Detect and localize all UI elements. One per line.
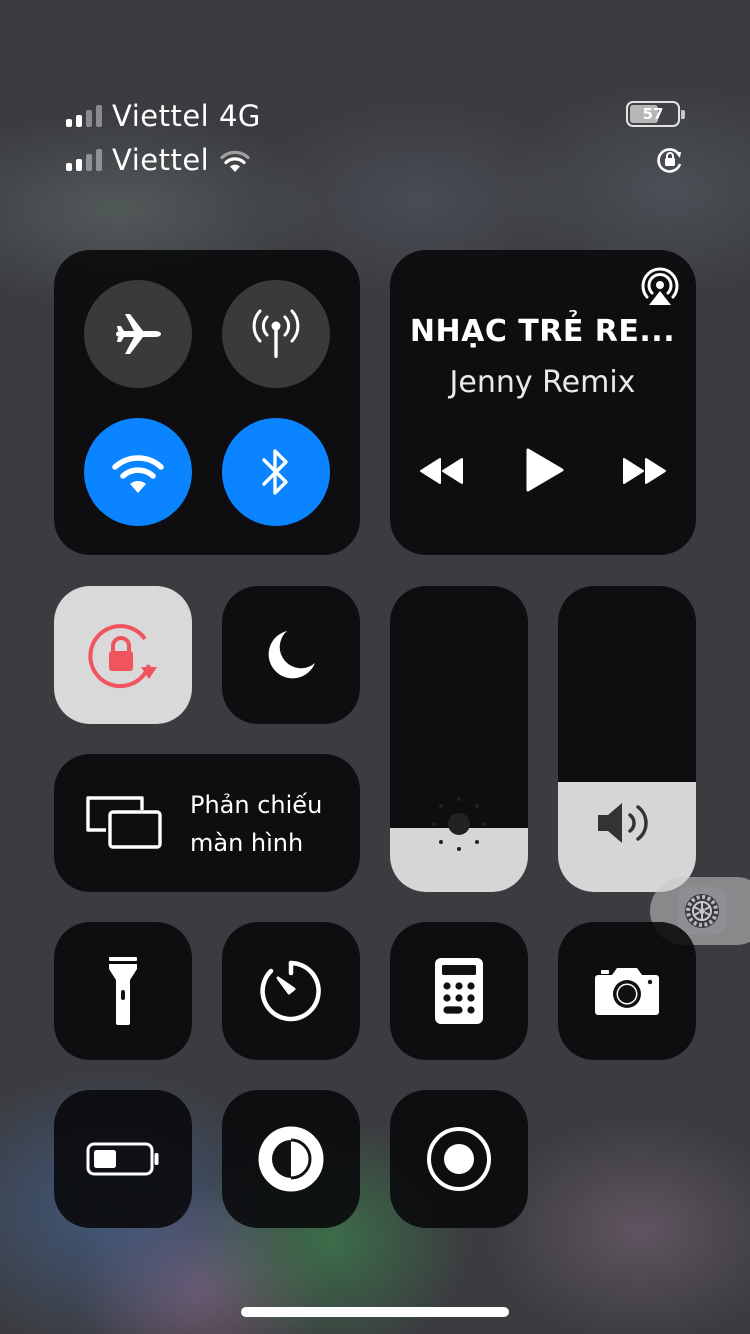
home-indicator[interactable]	[241, 1307, 509, 1317]
camera-icon	[595, 968, 659, 1015]
settings-app-icon	[678, 887, 726, 935]
brightness-slider[interactable]	[390, 586, 528, 892]
timer-icon	[260, 960, 321, 1022]
timer-button[interactable]	[222, 922, 360, 1060]
carrier-label-2: Viettel	[112, 143, 210, 177]
flashlight-icon	[109, 957, 137, 1025]
wifi-icon	[112, 455, 164, 493]
speaker-icon	[598, 803, 648, 843]
carrier-label-1: Viettel 4G	[112, 99, 261, 133]
connectivity-panel	[54, 250, 360, 555]
rewind-icon[interactable]	[418, 454, 466, 488]
bluetooth-icon	[262, 449, 288, 495]
moon-icon	[268, 631, 315, 679]
song-artist: Jenny Remix	[449, 365, 636, 400]
battery-level: 57	[642, 105, 664, 123]
cellular-data-button[interactable]	[222, 280, 330, 388]
camera-button[interactable]	[558, 922, 696, 1060]
brightness-icon	[432, 797, 486, 851]
dark-mode-button[interactable]	[222, 1090, 360, 1228]
wifi-icon	[220, 150, 250, 172]
antenna-icon	[252, 309, 300, 358]
wifi-button[interactable]	[84, 418, 192, 526]
flashlight-button[interactable]	[54, 922, 192, 1060]
screen-mirroring-label-line-2: màn hình	[190, 829, 304, 857]
status-row-carrier-1: Viettel 4G	[66, 96, 261, 136]
song-title: NHẠC TRẺ RE...	[409, 314, 676, 349]
airplay-icon[interactable]	[638, 264, 682, 308]
screen-mirroring-label: Phản chiếu màn hình	[190, 786, 322, 862]
screen-mirroring-icon	[86, 796, 162, 849]
calculator-icon	[435, 958, 483, 1024]
low-power-mode-button[interactable]	[54, 1090, 192, 1228]
rotation-lock-icon	[657, 148, 682, 173]
rotation-lock-icon	[88, 624, 157, 689]
screen-record-icon	[427, 1127, 491, 1191]
calculator-button[interactable]	[390, 922, 528, 1060]
rotation-lock-button[interactable]	[54, 586, 192, 724]
status-row-carrier-2: Viettel	[66, 140, 251, 180]
airplane-mode-button[interactable]	[84, 280, 192, 388]
volume-slider[interactable]	[558, 586, 696, 892]
battery-indicator: 57	[626, 101, 685, 127]
fast-forward-icon[interactable]	[620, 454, 668, 488]
screen-mirroring-label-line-1: Phản chiếu	[190, 791, 323, 819]
signal-icon	[66, 149, 102, 171]
play-icon[interactable]	[522, 446, 566, 494]
do-not-disturb-button[interactable]	[222, 586, 360, 724]
dark-mode-icon	[258, 1126, 324, 1192]
low-power-icon	[86, 1142, 159, 1176]
signal-icon	[66, 105, 102, 127]
airplane-icon	[116, 314, 161, 354]
screen-recording-button[interactable]	[390, 1090, 528, 1228]
bluetooth-button[interactable]	[222, 418, 330, 526]
